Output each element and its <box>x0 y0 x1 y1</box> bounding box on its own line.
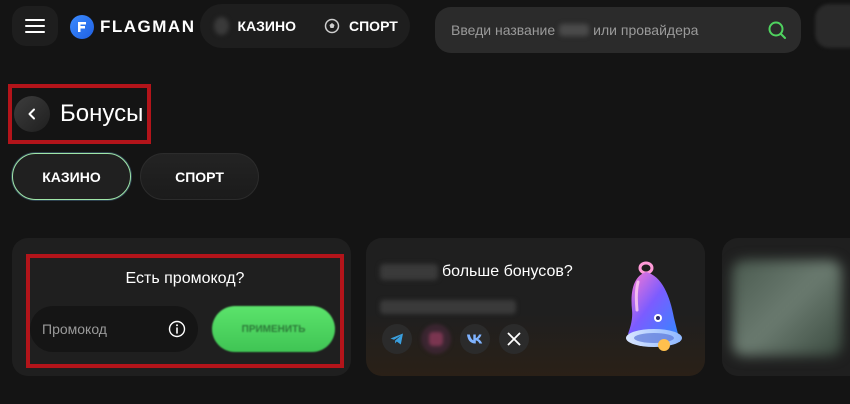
search-placeholder-blurred <box>559 24 590 36</box>
search-placeholder-start: Введи название <box>451 22 556 38</box>
bell-illustration-icon <box>626 261 682 351</box>
top-header: FLAGMAN КАЗИНО СПОРТ Введи название или … <box>0 0 850 62</box>
x-link[interactable] <box>499 324 529 354</box>
hamburger-icon <box>25 19 45 33</box>
menu-button[interactable] <box>12 6 58 46</box>
promo-card: Есть промокод? ПРИМЕНИТЬ <box>12 238 351 376</box>
social-title-text: больше бонусов? <box>442 263 573 280</box>
logo[interactable]: FLAGMAN <box>70 14 195 40</box>
social-links <box>382 324 529 354</box>
promo-title: Есть промокод? <box>125 270 245 287</box>
nav-casino[interactable]: КАЗИНО <box>200 4 310 48</box>
promo-highlight-box: Есть промокод? ПРИМЕНИТЬ <box>26 254 344 368</box>
tab-sport[interactable]: СПОРТ <box>140 153 259 200</box>
page-title: Бонусы <box>60 100 144 127</box>
promo-banner-card[interactable] <box>722 238 850 376</box>
back-button[interactable] <box>14 96 50 132</box>
page-title-row: Бонусы <box>8 84 151 144</box>
search-placeholder: Введи название или провайдера <box>451 22 767 38</box>
casino-icon <box>214 17 229 35</box>
social-subtitle-blurred <box>380 300 516 314</box>
vk-icon <box>467 334 483 344</box>
nav-casino-label: КАЗИНО <box>237 18 297 34</box>
vk-link[interactable] <box>460 324 490 354</box>
logo-text: FLAGMAN <box>100 17 196 36</box>
social-title: больше бонусов? <box>380 263 573 281</box>
main-nav: КАЗИНО СПОРТ <box>200 4 410 48</box>
header-user-button[interactable] <box>815 4 850 48</box>
instagram-icon <box>429 332 443 346</box>
nav-sport[interactable]: СПОРТ <box>310 4 412 48</box>
instagram-link[interactable] <box>421 324 451 354</box>
promo-code-input[interactable] <box>42 321 168 337</box>
x-icon <box>507 332 521 346</box>
chevron-left-icon <box>28 108 35 120</box>
search-placeholder-end: или провайдера <box>593 22 699 38</box>
tab-casino[interactable]: КАЗИНО <box>12 153 131 200</box>
apply-promo-button[interactable]: ПРИМЕНИТЬ <box>212 306 335 352</box>
logo-mark-icon <box>70 15 94 39</box>
search-icon[interactable] <box>767 20 787 40</box>
info-icon[interactable] <box>168 320 186 338</box>
promo-code-field[interactable] <box>30 306 198 352</box>
telegram-link[interactable] <box>382 324 412 354</box>
soccer-ball-icon <box>324 18 340 34</box>
banner-image-blurred <box>732 260 842 356</box>
telegram-icon <box>390 333 403 345</box>
social-title-blurred <box>380 264 438 280</box>
social-bonus-card: больше бонусов? <box>366 238 705 376</box>
nav-sport-label: СПОРТ <box>349 18 398 34</box>
search-input[interactable]: Введи название или провайдера <box>435 7 801 53</box>
